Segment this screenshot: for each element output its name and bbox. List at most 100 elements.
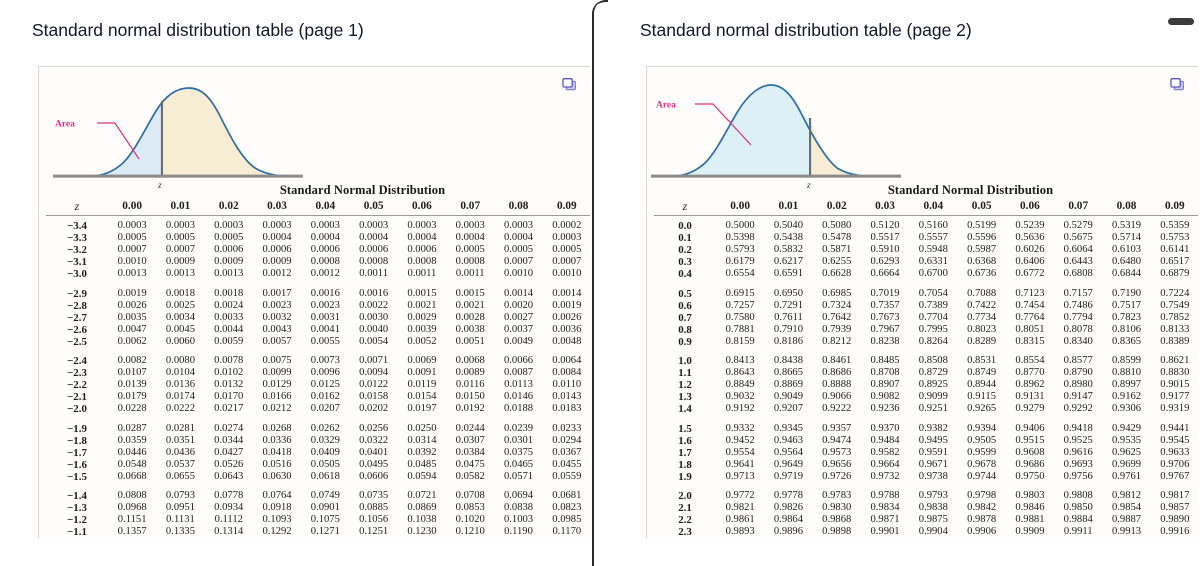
cell-value: 0.5319 — [1111, 220, 1142, 232]
cell-value: 0.6879 — [1160, 268, 1190, 280]
cell-value: 0.0104 — [165, 367, 196, 379]
cell-value: 0.9671 — [918, 458, 948, 470]
cell-value: 0.7389 — [918, 299, 948, 311]
cell-value: 0.9394 — [967, 422, 997, 434]
table-head: z 0.00 0.01 0.02 0.03 0.04 0.05 0.06 0.07 0.08 0.0… — [46, 199, 590, 216]
curve-left-fill — [673, 85, 810, 176]
cell-value: 0.0026 — [117, 299, 147, 311]
cell-value: 0.1151 — [117, 514, 147, 526]
cell-value: 0.6915 — [725, 287, 755, 299]
cell-value: 0.9564 — [773, 446, 804, 458]
cell-value: 0.0274 — [214, 422, 244, 434]
cell-value: 0.0062 — [117, 335, 147, 347]
cell-value: 0.0392 — [407, 446, 437, 458]
cell-z: 0.1 — [678, 232, 692, 245]
cell-value: 0.7291 — [773, 299, 804, 311]
column-header-4: 0.04 — [923, 200, 944, 212]
cell-value: 0.0336 — [262, 434, 292, 446]
table-row: 0.0 0.5000 0.5040 0.5080 0.5120 0.5160 0.5199 0… — [654, 216, 1198, 233]
content-card: Area z Standard Normal Distribution z 0.0… — [38, 66, 590, 538]
cell-value: 0.0003 — [214, 220, 244, 232]
cell-value: 0.0188 — [503, 403, 534, 415]
copy-icon[interactable] — [1170, 78, 1185, 91]
cell-value: 0.0749 — [310, 489, 340, 501]
cell-value: 0.0401 — [359, 446, 389, 458]
cell-value: 0.7190 — [1111, 287, 1142, 299]
cell-value: 0.0244 — [455, 422, 485, 434]
cell-value: 0.7422 — [967, 299, 997, 311]
cell-value: 0.0007 — [117, 244, 147, 256]
cell-value: 0.0808 — [117, 489, 147, 501]
cell-value: 0.8051 — [1015, 323, 1045, 335]
cell-z: 1.0 — [678, 355, 692, 368]
cell-value: 0.9901 — [870, 526, 900, 538]
cell-value: 0.0015 — [407, 287, 437, 299]
table-row: −3.3 0.0005 0.0005 0.0005 0.0004 0.0004 0.0004… — [46, 232, 590, 244]
cell-value: 0.0006 — [214, 244, 244, 256]
cell-value: 0.0217 — [214, 403, 244, 415]
cell-value: 0.0119 — [407, 379, 437, 391]
cell-value: 0.6985 — [822, 287, 852, 299]
cell-value: 0.0060 — [165, 335, 196, 347]
cell-value: 0.7611 — [774, 311, 803, 323]
cell-value: 0.0778 — [214, 489, 244, 501]
cell-value: 0.9474 — [822, 434, 852, 446]
table-row: −1.5 0.0668 0.0655 0.0643 0.0630 0.0618 0.0606… — [46, 471, 590, 483]
cell-value: 0.9803 — [1015, 489, 1045, 501]
cell-value: 0.9418 — [1063, 422, 1093, 434]
cell-value: 0.1357 — [117, 526, 147, 538]
cell-value: 0.9641 — [725, 458, 755, 470]
cell-value: 0.7881 — [725, 323, 755, 335]
cell-value: 0.9525 — [1063, 434, 1093, 446]
table-row: 0.4 0.6554 0.6591 0.6628 0.6664 0.6700 0.6736 0… — [654, 268, 1198, 280]
cell-value: 0.0055 — [310, 335, 340, 347]
cell-value: 0.0078 — [214, 355, 244, 367]
cell-value: 0.0143 — [552, 391, 582, 403]
cell-value: 0.7517 — [1111, 299, 1142, 311]
cell-value: 0.0618 — [310, 470, 340, 482]
cell-z: −3.0 — [67, 268, 87, 281]
cell-value: 0.0154 — [407, 391, 437, 403]
cell-value: 0.6255 — [822, 256, 852, 268]
cell-value: 0.0013 — [117, 268, 147, 280]
cell-z: 0.7 — [678, 311, 692, 324]
copy-icon[interactable] — [562, 78, 577, 91]
cell-z: 1.8 — [678, 458, 692, 471]
cell-z: −2.6 — [67, 323, 87, 336]
cell-value: 0.9192 — [725, 403, 755, 415]
cell-value: 0.0162 — [310, 391, 340, 403]
cell-value: 0.5793 — [725, 244, 755, 256]
cell-value: 0.0004 — [310, 232, 340, 244]
cell-value: 0.5080 — [822, 220, 852, 232]
cell-value: 0.0708 — [455, 489, 485, 501]
table-row: −1.4 0.0808 0.0793 0.0778 0.0764 0.0749 0.0735… — [46, 483, 590, 502]
cell-z: −3.4 — [67, 220, 87, 233]
cell-value: 0.8238 — [870, 335, 900, 347]
cell-value: 0.0192 — [455, 403, 485, 415]
cell-value: 0.0329 — [310, 434, 340, 446]
cell-value: 0.0122 — [359, 379, 389, 391]
cell-value: 0.7823 — [1111, 311, 1142, 323]
cell-value: 0.0010 — [117, 256, 147, 268]
cell-value: 0.9719 — [773, 470, 804, 482]
cell-value: 0.0094 — [359, 367, 389, 379]
cell-value: 0.0021 — [407, 299, 437, 311]
column-header-7: 0.07 — [1068, 200, 1089, 212]
cell-value: 0.7549 — [1160, 299, 1190, 311]
cell-value: 0.0853 — [455, 502, 485, 514]
cell-value: 0.0951 — [165, 502, 196, 514]
column-header-3: 0.03 — [267, 200, 287, 212]
cell-value: 0.0197 — [407, 403, 437, 415]
cell-z: 0.6 — [678, 299, 692, 312]
cell-value: 0.9495 — [918, 434, 948, 446]
cell-value: 0.9678 — [967, 458, 997, 470]
column-header-3: 0.03 — [875, 200, 895, 212]
cell-value: 0.1230 — [407, 526, 437, 538]
cell-value: 0.9032 — [725, 391, 755, 403]
table-row: −2.5 0.0062 0.0060 0.0059 0.0057 0.0055 0.0054… — [46, 336, 590, 348]
cell-value: 0.0571 — [503, 470, 534, 482]
cell-value: 0.0344 — [214, 434, 244, 446]
cell-value: 0.0129 — [262, 379, 292, 391]
cell-value: 0.6443 — [1063, 256, 1093, 268]
cell-value: 0.0014 — [503, 287, 534, 299]
